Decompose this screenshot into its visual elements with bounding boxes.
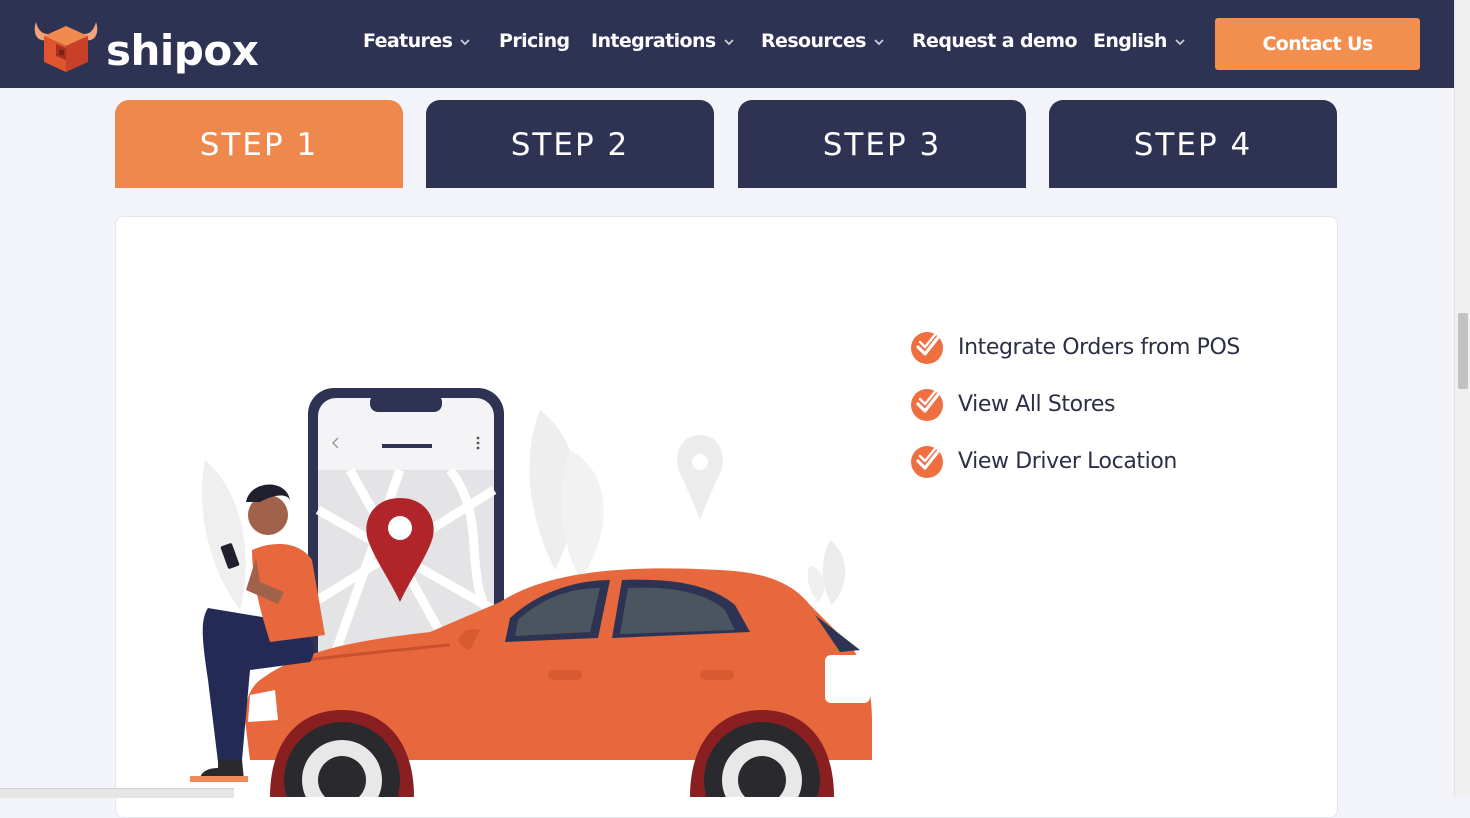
site-header: shipox Features Pricing Integrations Res… <box>0 0 1454 88</box>
tab-step-2[interactable]: STEP 2 <box>426 100 714 188</box>
nav-request-demo[interactable]: Request a demo <box>912 30 1078 52</box>
nav-integrations[interactable]: Integrations <box>591 30 736 52</box>
feature-item: View Driver Location <box>910 441 1177 481</box>
feature-label: View Driver Location <box>958 448 1177 474</box>
feature-item: Integrate Orders from POS <box>910 327 1240 367</box>
chevron-down-icon <box>460 38 470 45</box>
delivery-driver-illustration <box>190 388 872 797</box>
feature-item: View All Stores <box>910 384 1115 424</box>
bull-box-logo-icon <box>34 22 98 72</box>
scrollbar-thumb[interactable] <box>1458 313 1468 389</box>
chevron-down-icon <box>874 38 884 45</box>
nav-request-demo-label: Request a demo <box>912 30 1078 52</box>
nav-pricing-label: Pricing <box>499 30 570 52</box>
check-badge-icon <box>911 443 943 478</box>
shipox-logo[interactable]: shipox <box>30 12 260 76</box>
contact-us-button[interactable]: Contact Us <box>1215 18 1420 70</box>
tab-step-1[interactable]: STEP 1 <box>115 100 403 188</box>
tab-step-4[interactable]: STEP 4 <box>1049 100 1337 188</box>
nav-language[interactable]: English <box>1093 30 1187 52</box>
logo-wordmark: shipox <box>106 26 259 75</box>
chevron-down-icon <box>1175 38 1185 45</box>
feature-label: Integrate Orders from POS <box>958 334 1240 360</box>
nav-resources[interactable]: Resources <box>761 30 886 52</box>
check-badge-icon <box>911 386 943 421</box>
nav-features-label: Features <box>363 30 453 52</box>
nav-integrations-label: Integrations <box>591 30 716 52</box>
feature-label: View All Stores <box>958 391 1116 417</box>
nav-language-label: English <box>1093 30 1167 52</box>
nav-pricing[interactable]: Pricing <box>499 30 570 52</box>
tab-step-3[interactable]: STEP 3 <box>738 100 1026 188</box>
nav-resources-label: Resources <box>761 30 866 52</box>
page-scrollbar[interactable] <box>1454 0 1470 797</box>
nav-features[interactable]: Features <box>363 30 472 52</box>
chevron-down-icon <box>724 38 734 45</box>
check-badge-icon <box>911 329 943 364</box>
